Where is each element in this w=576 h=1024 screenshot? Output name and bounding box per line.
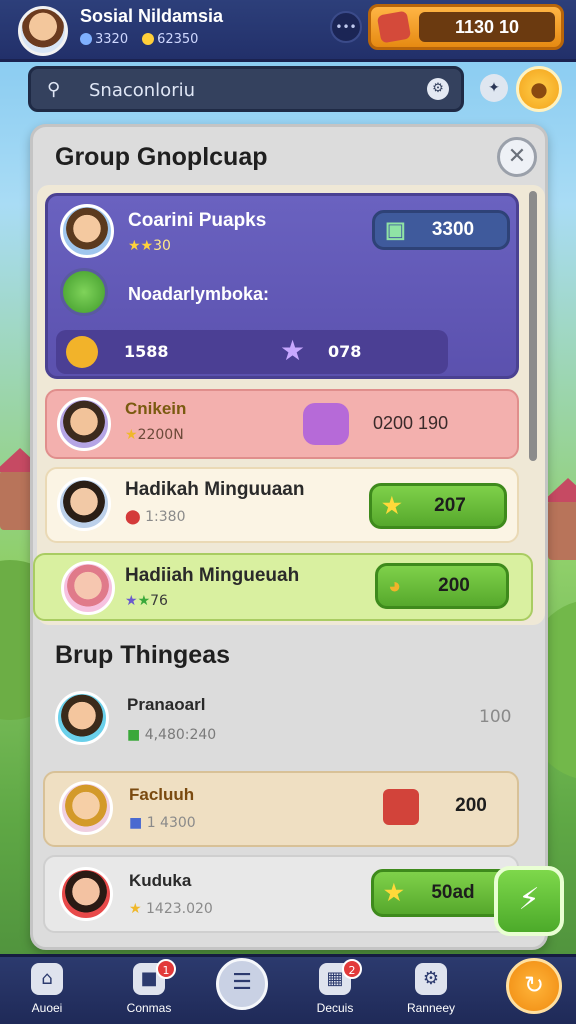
star-icon: ★ xyxy=(384,880,404,905)
member-name: Facluuh xyxy=(129,785,195,804)
member-score-pill: ▣ 3300 xyxy=(372,210,510,250)
lightning-icon: ⚡ xyxy=(518,882,540,917)
member-rank: ★2200N xyxy=(125,427,184,443)
avatar xyxy=(60,204,114,258)
top-bar: Sosial Nildamsia 3320 62350 ••• 1130 10 xyxy=(0,0,576,62)
close-button[interactable]: ✕ xyxy=(497,137,537,177)
member-score: 100 xyxy=(479,707,512,727)
currency-counter[interactable]: 1130 10 xyxy=(368,4,564,50)
star-icon: ★ xyxy=(280,334,306,367)
gem-icon: ▣ xyxy=(385,217,406,242)
app-title: Sosial Nildamsia xyxy=(80,6,224,26)
member-name: Hadiiah Mingueuah xyxy=(125,565,300,586)
stat-right: 62350 xyxy=(142,32,198,47)
avatar xyxy=(61,561,115,615)
reward-button[interactable]: ● xyxy=(516,66,562,112)
nav-rankings[interactable]: ⚙ Ranneey xyxy=(386,963,476,1015)
claim-button[interactable]: ◕ 200 xyxy=(375,563,509,609)
gift-icon xyxy=(303,403,349,445)
pet-avatar xyxy=(60,268,108,316)
close-icon: ✕ xyxy=(507,144,527,169)
list-item[interactable]: Hadikah Minguuaan ⬤ 1:380 ★ 207 xyxy=(45,467,519,543)
favorite-button[interactable]: ✦ xyxy=(480,74,508,102)
member-name: Pranaoarl xyxy=(127,695,206,714)
claim-button[interactable]: ★ 207 xyxy=(369,483,507,529)
sub-member-name: Noadarlymboka: xyxy=(128,284,270,304)
list-item[interactable]: Cnikein ★2200N 0200 190 xyxy=(45,389,519,459)
boost-button[interactable]: ⚡ xyxy=(494,866,564,936)
currency-value: 1130 10 xyxy=(419,12,555,42)
coins-icon: ■ xyxy=(129,815,143,831)
avatar xyxy=(59,867,113,921)
claim-button[interactable]: ★ 50ad xyxy=(371,869,511,917)
notification-badge: 1 xyxy=(156,959,176,979)
member-rank: ■ 1 4300 xyxy=(129,815,196,831)
member-rank: ■ 4,480:240 xyxy=(127,727,217,743)
star-icon: ★ xyxy=(129,901,142,917)
refresh-icon: ↻ xyxy=(523,971,545,999)
panel-title: Group Gnoplcuap xyxy=(55,143,268,171)
avatar xyxy=(57,397,111,451)
profile-options-button[interactable]: ••• xyxy=(330,11,362,43)
reward-bar: 1588 ★ 078 xyxy=(56,330,448,374)
stat-left: 3320 xyxy=(80,32,128,47)
search-icon: ⚲ xyxy=(47,79,61,100)
avatar xyxy=(59,781,113,835)
member-name: Hadikah Minguuaan xyxy=(125,479,305,500)
member-score: 0200 190 xyxy=(373,413,449,433)
nav-decks[interactable]: ▦ 2 Decuis xyxy=(290,959,380,1015)
coin-icon xyxy=(66,336,98,368)
bottom-navigation: ⌂ Auoei ■ 1 Conmas ▦ 2 Decuis ⚙ Ranneey xyxy=(0,954,576,1024)
token-icon xyxy=(80,33,92,45)
member-name: Cnikein xyxy=(125,399,187,418)
nav-contests[interactable]: ■ 1 Conmas xyxy=(104,959,194,1015)
star-icon: ★ xyxy=(137,593,151,609)
avatar xyxy=(55,691,109,745)
list-item-expanded[interactable]: Coarini Puapks ★★30 ▣ 3300 Noadarlymboka… xyxy=(45,193,519,379)
search-input[interactable]: Snaconloriu xyxy=(89,80,195,101)
member-rank: ★★30 xyxy=(128,238,171,254)
list-item[interactable]: Pranaoarl ■ 4,480:240 100 xyxy=(43,681,519,761)
nav-refresh-button[interactable]: ↻ xyxy=(506,958,562,1014)
list-item[interactable]: Kuduka ★ 1423.020 ★ 50ad xyxy=(43,855,519,933)
reward-pill[interactable]: 200 xyxy=(385,789,513,829)
member-rank: ★★76 xyxy=(125,593,168,609)
home-icon: ⌂ xyxy=(31,963,63,995)
nav-list-button[interactable]: ☰ xyxy=(216,958,268,1010)
list-item[interactable]: Hadiiah Mingueuah ★★76 ◕ 200 xyxy=(33,553,533,621)
notification-badge: 2 xyxy=(342,959,362,979)
settings-icon[interactable]: ⚙ xyxy=(427,78,449,100)
star-icon: ★ xyxy=(382,493,402,518)
list-item[interactable]: Facluuh ■ 1 4300 200 xyxy=(43,771,519,847)
nav-home[interactable]: ⌂ Auoei xyxy=(2,963,92,1015)
member-name: Coarini Puapks xyxy=(128,210,267,231)
group-panel: Group Gnoplcuap ✕ Coarini Puapks ★★30 ▣ … xyxy=(30,124,548,950)
clock-icon: ◕ xyxy=(388,573,402,598)
gem-icon xyxy=(376,10,412,44)
member-rank: ★ 1423.020 xyxy=(129,901,213,917)
avatar[interactable] xyxy=(18,6,68,56)
star-icon: ★★ xyxy=(128,238,154,254)
star-icon: ★ xyxy=(125,593,138,609)
search-bar[interactable]: ⚲ Snaconloriu ⚙ xyxy=(28,66,464,112)
list-icon: ☰ xyxy=(232,970,252,995)
shield-icon: ■ xyxy=(127,727,141,743)
gear-icon: ⚙ xyxy=(415,963,447,995)
scrollbar[interactable] xyxy=(529,191,537,461)
member-rank: ⬤ 1:380 xyxy=(125,509,186,525)
member-name: Kuduka xyxy=(129,871,192,890)
player-stats: 3320 62350 xyxy=(80,32,198,47)
avatar xyxy=(57,477,111,531)
star-icon: ★ xyxy=(125,427,138,443)
ruby-icon: ⬤ xyxy=(125,509,141,525)
section-title: Brup Thingeas xyxy=(55,641,231,669)
coin-icon xyxy=(142,33,155,45)
